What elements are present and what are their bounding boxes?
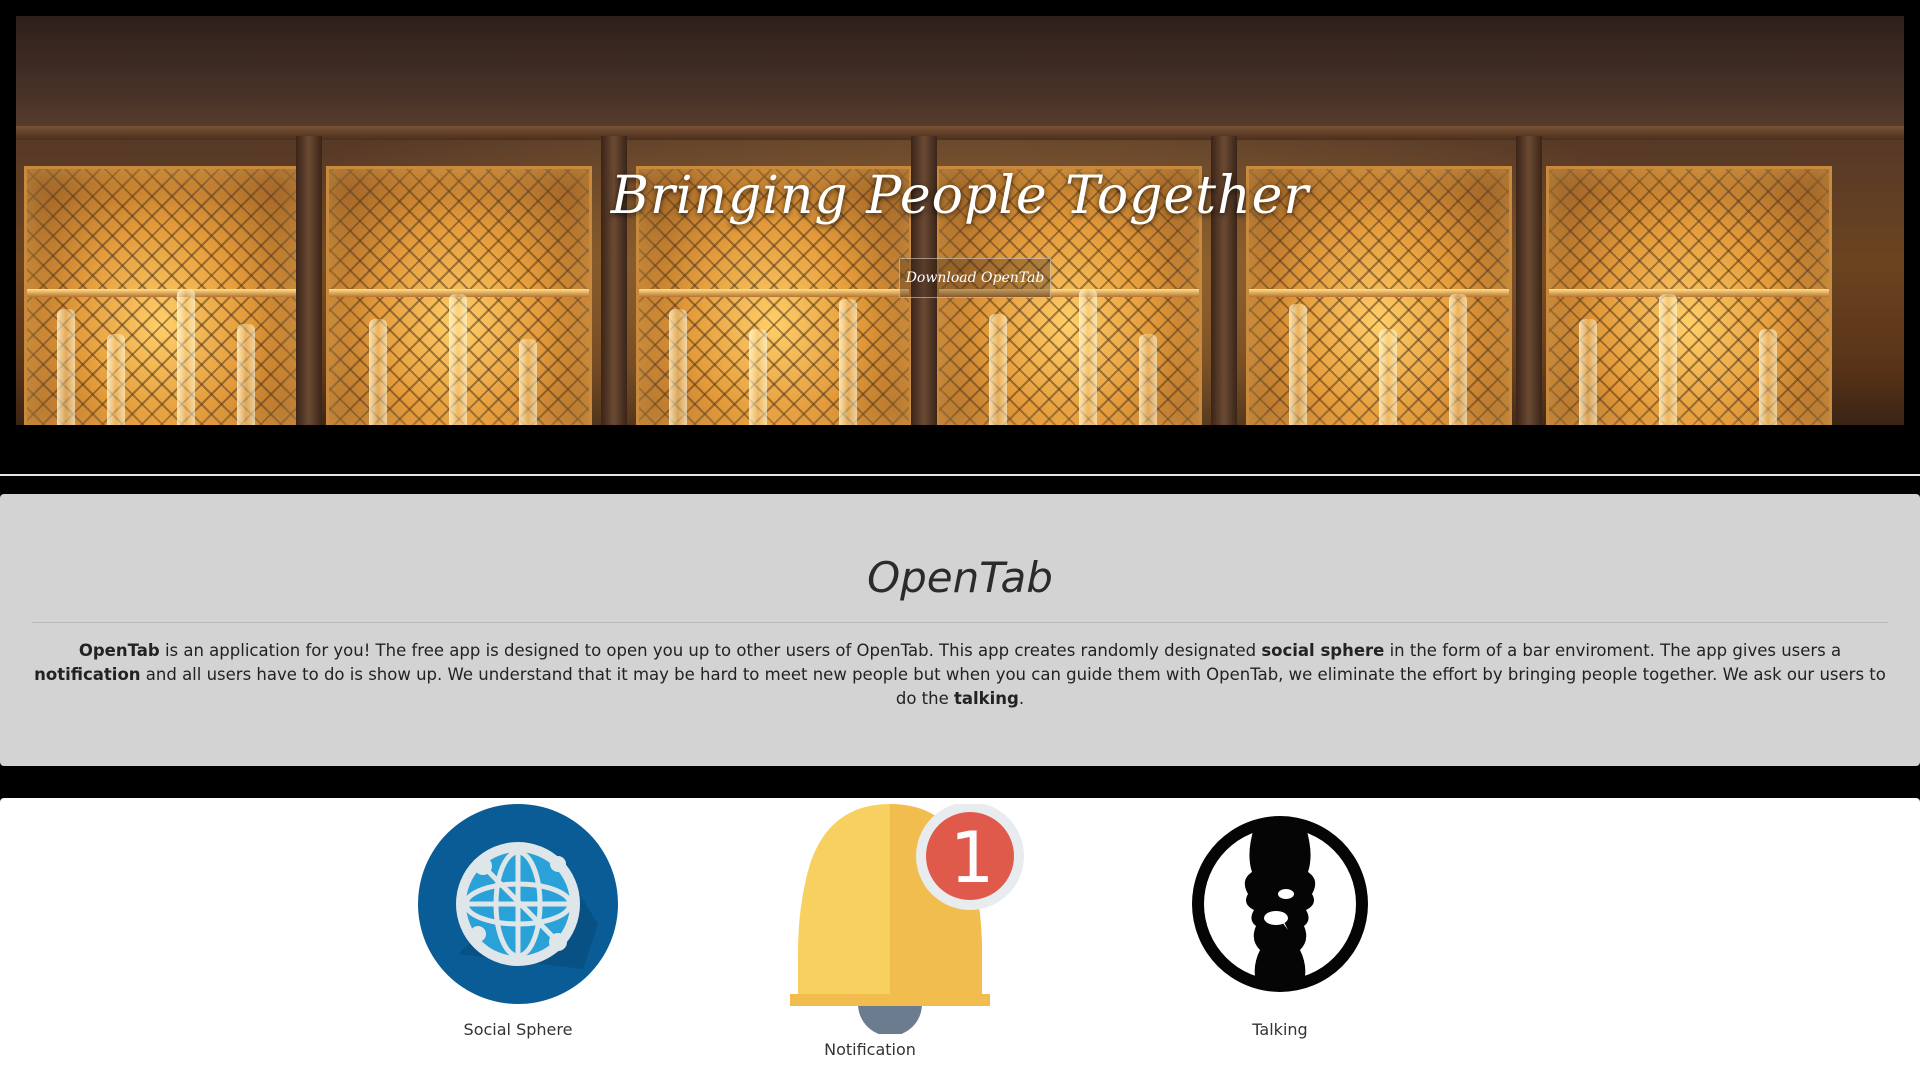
keyword-talking: talking — [954, 689, 1019, 708]
keyword-notification: notification — [34, 665, 141, 684]
feature-label: Talking — [1252, 1020, 1308, 1039]
about-paragraph: OpenTab is an application for you! The f… — [32, 639, 1888, 711]
hero-banner: Bringing People Together Download OpenTa… — [16, 16, 1904, 425]
feature-talking: Talking — [1190, 814, 1370, 1039]
about-section: OpenTab OpenTab is an application for yo… — [0, 494, 1920, 766]
hero-ceiling — [16, 16, 1904, 136]
feature-label: Notification — [824, 1040, 916, 1059]
about-text: in the form of a bar enviroment. The app… — [1384, 641, 1842, 660]
brand-name: OpenTab — [78, 641, 160, 660]
about-text: . — [1018, 689, 1025, 708]
feature-notification: 1 Notification — [790, 802, 1030, 1064]
bell-icon: 1 — [790, 802, 1024, 1036]
download-button[interactable]: Download OpenTab — [899, 258, 1051, 298]
hero-title: Bringing People Together — [610, 166, 1310, 226]
about-heading: OpenTab — [867, 553, 1053, 602]
about-divider — [32, 622, 1888, 623]
faces-talking-icon — [1192, 816, 1368, 992]
keyword-social-sphere: social sphere — [1261, 641, 1385, 660]
feature-social-sphere: Social Sphere — [418, 804, 618, 1039]
notification-badge-count: 1 — [950, 817, 995, 899]
feature-label: Social Sphere — [463, 1020, 573, 1039]
globe-network-icon — [418, 804, 618, 1004]
divider-line — [0, 474, 1920, 476]
about-text: is an application for you! The free app … — [159, 641, 1262, 660]
features-section: Social Sphere 1 Notification Talking — [0, 798, 1920, 1080]
